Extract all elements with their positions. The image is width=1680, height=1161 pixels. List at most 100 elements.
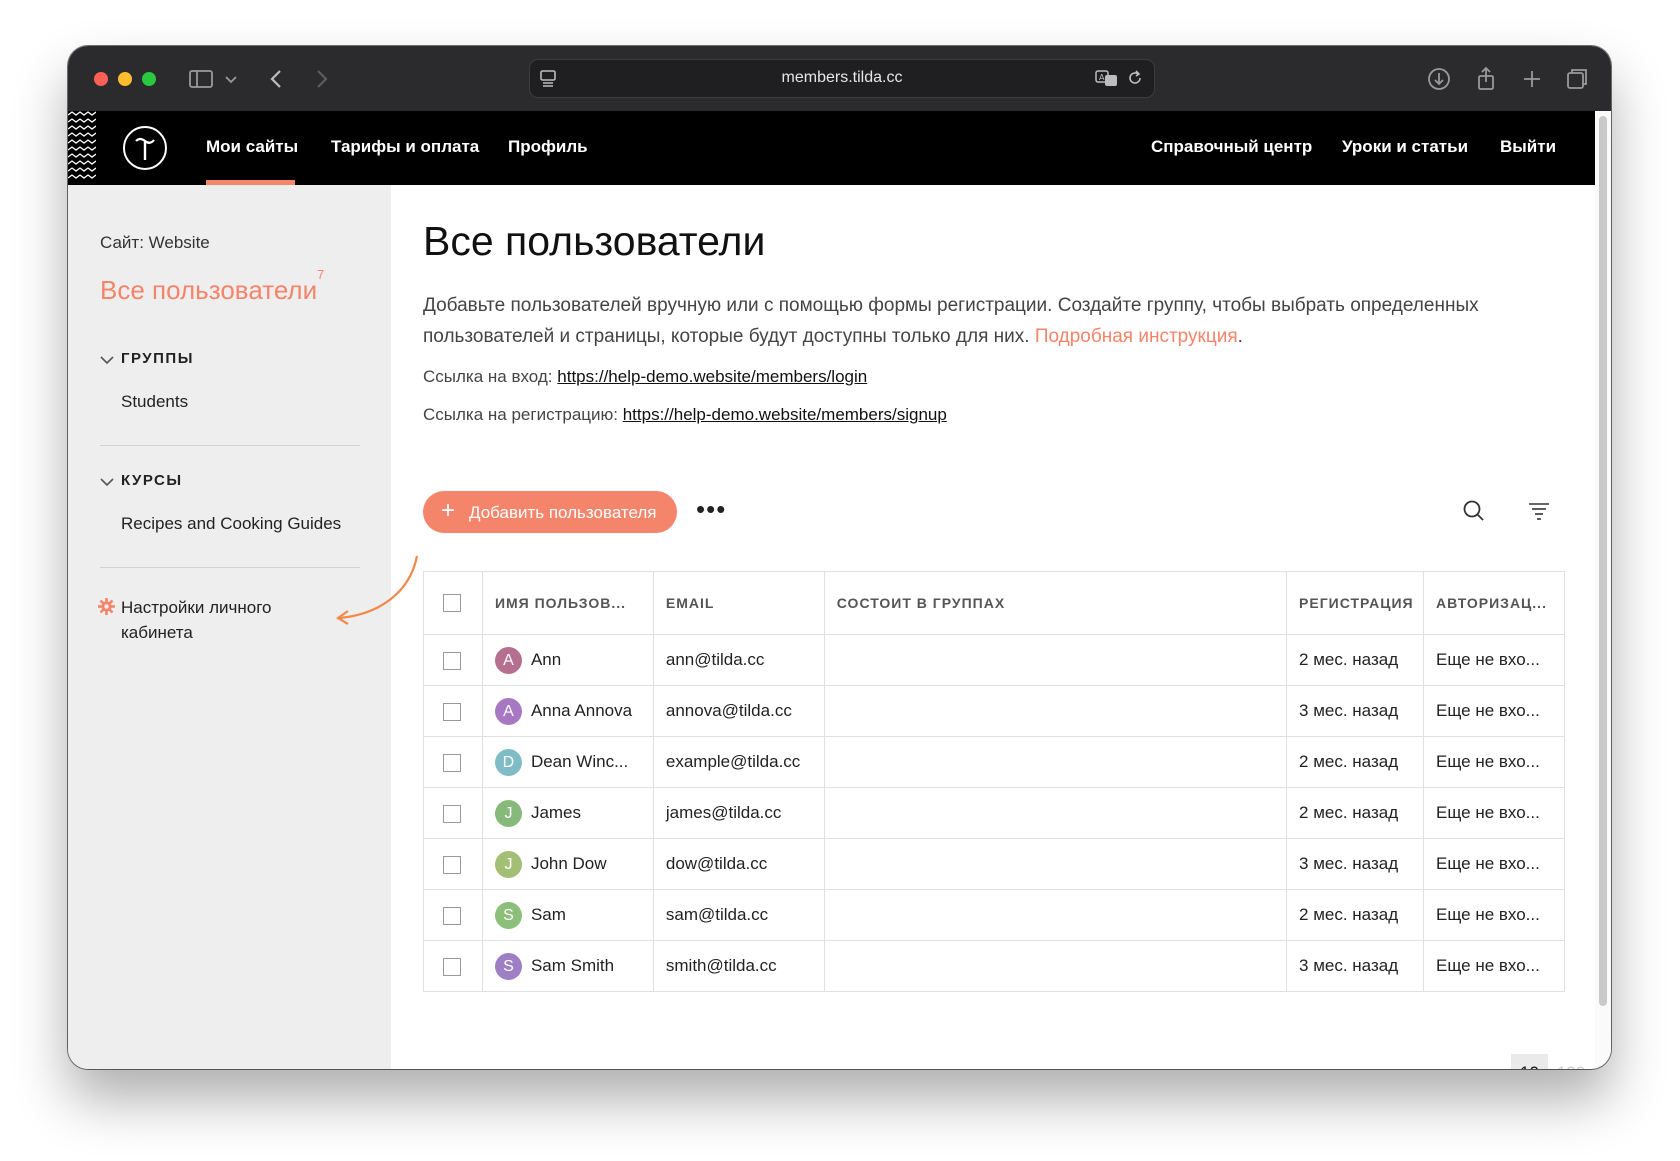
courses-heading[interactable]: КУРСЫ xyxy=(121,472,183,489)
name-cell[interactable]: S Sam xyxy=(481,889,654,941)
groups-cell[interactable] xyxy=(823,685,1288,737)
gear-icon xyxy=(98,598,115,615)
column-header-registration[interactable]: РЕГИСТРАЦИЯ xyxy=(1286,571,1424,635)
login-link-line: Ссылка на вход: https://help-demo.websit… xyxy=(423,367,867,387)
tabs-overview-icon[interactable] xyxy=(1562,64,1592,94)
filter-icon[interactable] xyxy=(1526,498,1552,524)
page-size-500[interactable]: 500 xyxy=(1593,1054,1611,1069)
table-row[interactable]: J John Dow dow@tilda.cc 3 мес. назад Еще не … xyxy=(423,838,1565,890)
name-cell[interactable]: J James xyxy=(481,787,654,839)
user-name[interactable]: Anna Annova xyxy=(531,700,632,719)
translate-icon[interactable]: A xyxy=(1095,69,1119,87)
new-tab-icon[interactable] xyxy=(1517,64,1547,94)
name-cell[interactable]: A Anna Annova xyxy=(481,685,654,737)
instruction-link[interactable]: Подробная инструкция xyxy=(1035,326,1238,347)
groups-cell[interactable] xyxy=(823,787,1288,839)
email-cell[interactable]: sam@tilda.cc xyxy=(652,889,825,941)
name-cell[interactable]: J John Dow xyxy=(481,838,654,890)
share-icon[interactable] xyxy=(1471,64,1501,94)
page-size-100[interactable]: 100 xyxy=(1553,1054,1589,1069)
user-name[interactable]: Dean Winc... xyxy=(531,751,628,770)
email-cell[interactable]: ann@tilda.cc xyxy=(652,634,825,686)
add-user-button[interactable]: + Добавить пользователя xyxy=(423,491,677,533)
tilda-logo-icon[interactable] xyxy=(122,125,168,171)
row-checkbox[interactable] xyxy=(443,804,461,823)
column-header-name[interactable]: ИМЯ ПОЛЬЗОВ... xyxy=(481,571,654,635)
url-text: members.tilda.cc xyxy=(781,69,903,86)
users-table: ИМЯ ПОЛЬЗОВ... EMAIL СОСТОИТ В ГРУППАХ Р… xyxy=(423,571,1565,992)
login-url-link[interactable]: https://help-demo.website/members/login xyxy=(557,367,867,386)
table-row[interactable]: A Ann ann@tilda.cc 2 мес. назад Еще не вхо..… xyxy=(423,634,1565,686)
minimize-window-button[interactable] xyxy=(118,72,132,86)
sidebar-toggle-icon[interactable] xyxy=(186,64,216,94)
user-name[interactable]: Sam Smith xyxy=(531,955,614,974)
row-select-cell xyxy=(423,940,483,992)
maximize-window-button[interactable] xyxy=(142,72,156,86)
groups-cell[interactable] xyxy=(823,634,1288,686)
browser-window: members.tilda.cc A Мои сайты Тарифы и оп… xyxy=(68,46,1611,1069)
nav-my-sites[interactable]: Мои сайты xyxy=(206,137,298,157)
authorization-cell: Еще не вхо... xyxy=(1423,685,1565,737)
row-select-cell xyxy=(423,838,483,890)
email-cell[interactable]: dow@tilda.cc xyxy=(652,838,825,890)
groups-heading[interactable]: ГРУППЫ xyxy=(121,350,194,367)
table-row[interactable]: J James james@tilda.cc 2 мес. назад Еще не в… xyxy=(423,787,1565,839)
row-checkbox[interactable] xyxy=(443,651,461,670)
name-cell[interactable]: A Ann xyxy=(481,634,654,686)
nav-logout[interactable]: Выйти xyxy=(1500,137,1556,157)
groups-cell[interactable] xyxy=(823,736,1288,788)
table-row[interactable]: S Sam sam@tilda.cc 2 мес. назад Еще не вхо..… xyxy=(423,889,1565,941)
avatar: D xyxy=(494,748,522,776)
nav-lessons[interactable]: Уроки и статьи xyxy=(1342,137,1468,157)
close-window-button[interactable] xyxy=(94,72,108,86)
table-row[interactable]: S Sam Smith smith@tilda.cc 3 мес. назад Еще … xyxy=(423,940,1565,992)
chevron-down-icon[interactable] xyxy=(216,64,246,94)
column-header-groups[interactable]: СОСТОИТ В ГРУППАХ xyxy=(823,571,1288,635)
select-all-checkbox[interactable] xyxy=(443,594,461,613)
reload-icon[interactable] xyxy=(1126,69,1144,87)
page-size-10[interactable]: 10 xyxy=(1511,1054,1548,1069)
table-row[interactable]: D Dean Winc... example@tilda.cc 2 мес. наза… xyxy=(423,736,1565,788)
row-checkbox[interactable] xyxy=(443,855,461,874)
email-cell[interactable]: annova@tilda.cc xyxy=(652,685,825,737)
page-description: Добавьте пользователей вручную или с пом… xyxy=(423,295,1479,347)
user-name[interactable]: Ann xyxy=(531,649,561,668)
email-cell[interactable]: example@tilda.cc xyxy=(652,736,825,788)
signup-url-link[interactable]: https://help-demo.website/members/signup xyxy=(623,405,947,424)
download-icon[interactable] xyxy=(1424,64,1454,94)
row-checkbox[interactable] xyxy=(443,753,461,772)
email-cell[interactable]: james@tilda.cc xyxy=(652,787,825,839)
groups-cell[interactable] xyxy=(823,838,1288,890)
name-cell[interactable]: D Dean Winc... xyxy=(481,736,654,788)
address-bar[interactable]: members.tilda.cc A xyxy=(529,59,1155,98)
more-options-button[interactable]: ••• xyxy=(696,494,726,525)
email-cell[interactable]: smith@tilda.cc xyxy=(652,940,825,992)
nav-profile[interactable]: Профиль xyxy=(508,137,588,157)
column-header-email[interactable]: EMAIL xyxy=(652,571,825,635)
column-header-authorization[interactable]: АВТОРИЗАЦ... xyxy=(1423,571,1565,635)
back-icon[interactable] xyxy=(262,64,292,94)
nav-tariffs[interactable]: Тарифы и оплата xyxy=(331,137,479,157)
name-cell[interactable]: S Sam Smith xyxy=(481,940,654,992)
registration-cell: 3 мес. назад xyxy=(1286,685,1424,737)
sidebar-item-all-users[interactable]: Все пользователи xyxy=(100,275,317,306)
groups-cell[interactable] xyxy=(823,889,1288,941)
scrollbar-thumb[interactable] xyxy=(1599,116,1607,1006)
row-select-cell xyxy=(423,889,483,941)
sidebar-item-group[interactable]: Students xyxy=(121,392,188,412)
chevron-down-icon[interactable] xyxy=(100,477,114,487)
user-name[interactable]: James xyxy=(531,802,581,821)
row-checkbox[interactable] xyxy=(443,702,461,721)
row-checkbox[interactable] xyxy=(443,957,461,976)
user-name[interactable]: Sam xyxy=(531,904,566,923)
search-icon[interactable] xyxy=(1461,498,1487,524)
table-row[interactable]: A Anna Annova annova@tilda.cc 3 мес. назад Е… xyxy=(423,685,1565,737)
sidebar-item-settings[interactable]: Настройки личного кабинета xyxy=(121,595,321,645)
nav-help-center[interactable]: Справочный центр xyxy=(1151,137,1312,157)
sidebar-item-course[interactable]: Recipes and Cooking Guides xyxy=(121,514,341,534)
row-checkbox[interactable] xyxy=(443,906,461,925)
groups-cell[interactable] xyxy=(823,940,1288,992)
chevron-down-icon[interactable] xyxy=(100,355,114,365)
forward-icon[interactable] xyxy=(306,64,336,94)
user-name[interactable]: John Dow xyxy=(531,853,607,872)
